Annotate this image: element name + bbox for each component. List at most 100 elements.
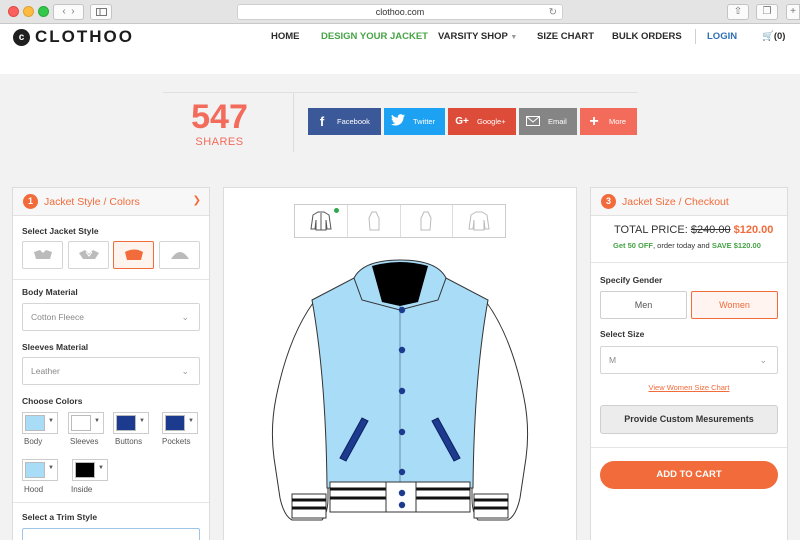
more-share-label: More <box>609 117 627 126</box>
dropdown-caret-icon: ▼ <box>510 34 518 41</box>
site-header: c CLOTHOO HOME DESIGN YOUR JACKET VARSIT… <box>0 24 800 48</box>
divider <box>591 447 787 448</box>
shares-label: SHARES <box>195 136 244 148</box>
color-fill-body <box>25 415 45 431</box>
nav-size-chart[interactable]: SIZE CHART <box>537 31 594 42</box>
chevron-down-icon[interactable]: ❯ <box>193 195 201 206</box>
gender-men-button[interactable]: Men <box>600 291 687 319</box>
nav-login[interactable]: LOGIN <box>707 31 737 42</box>
color-label-pockets: Pockets <box>162 437 191 446</box>
jacket-style-option-3[interactable] <box>113 241 154 269</box>
sidebar-toggle-button[interactable] <box>90 4 112 20</box>
panel-title: Jacket Size / Checkout <box>622 195 729 208</box>
right-cuff <box>473 493 509 519</box>
facebook-share-button[interactable]: f Facebook <box>308 108 381 135</box>
color-fill-pockets <box>165 415 185 431</box>
new-tab-button[interactable]: + <box>786 4 800 20</box>
tabs-overview-button[interactable]: ❐ <box>756 4 778 20</box>
email-share-button[interactable]: Email <box>519 108 577 135</box>
select-size-label: Select Size <box>600 329 645 339</box>
thumbnail-side-right[interactable] <box>401 205 454 237</box>
jacket-style-3-icon <box>124 249 143 260</box>
zoom-window-button[interactable] <box>38 6 49 17</box>
view-size-chart-link[interactable]: View Women Size Chart <box>600 383 778 392</box>
twitter-share-button[interactable]: Twitter <box>384 108 445 135</box>
custom-measurements-button[interactable]: Provide Custom Mesurements <box>600 405 778 434</box>
choose-colors-label: Choose Colors <box>22 396 83 406</box>
thumbnail-side-left[interactable] <box>348 205 401 237</box>
body-material-select[interactable]: Cotton Fleece ⌄ <box>22 303 200 331</box>
checkout-panel-header: 3 Jacket Size / Checkout <box>591 188 787 216</box>
googleplus-share-label: Google+ <box>477 117 506 126</box>
browser-toolbar: ‹ › clothoo.com ↻ ⇧ ❐ + <box>0 0 800 24</box>
twitter-share-label: Twitter <box>413 117 436 126</box>
forward-icon[interactable]: › <box>71 6 74 17</box>
nav-varsity-shop[interactable]: VARSITY SHOP ▼ <box>438 31 517 42</box>
color-fill-buttons <box>116 415 136 431</box>
plus-icon: + <box>589 112 599 130</box>
thumbnail-front[interactable] <box>295 205 348 237</box>
select-jacket-style-label: Select Jacket Style <box>22 226 99 236</box>
chevron-down-icon: ⌄ <box>181 312 189 322</box>
reload-icon[interactable]: ↻ <box>549 5 557 20</box>
googleplus-share-button[interactable]: G+ Google+ <box>448 108 516 135</box>
body-material-value: Cotton Fleece <box>31 312 84 322</box>
logo-mark-icon: c <box>13 28 30 46</box>
nav-bulk-orders[interactable]: BULK ORDERS <box>612 31 682 42</box>
color-swatch-body[interactable]: ▼ <box>22 412 58 434</box>
share-icon: ⇧ <box>733 6 743 17</box>
facebook-share-label: Facebook <box>337 117 370 126</box>
promo-save: SAVE $120.00 <box>711 241 761 250</box>
color-swatch-hood[interactable]: ▼ <box>22 459 58 481</box>
total-price: TOTAL PRICE: $240.00 $120.00 <box>614 224 773 236</box>
gender-women-button[interactable]: Women <box>691 291 778 319</box>
logo[interactable]: c CLOTHOO <box>13 27 134 47</box>
jacket-preview-image <box>271 259 529 521</box>
size-select[interactable]: M ⌄ <box>600 346 778 374</box>
minimize-window-button[interactable] <box>23 6 34 17</box>
color-fill-sleeves <box>71 415 91 431</box>
nav-varsity-shop-label: VARSITY SHOP <box>438 31 508 42</box>
caret-down-icon: ▼ <box>139 418 145 424</box>
gender-label: Specify Gender <box>600 275 663 285</box>
color-swatch-sleeves[interactable]: ▼ <box>68 412 104 434</box>
back-icon[interactable]: ‹ <box>62 6 65 17</box>
chevron-down-icon: ⌄ <box>181 366 189 376</box>
jacket-side-icon <box>420 211 432 231</box>
panel-title: Jacket Style / Colors <box>44 195 140 208</box>
trim-style-select[interactable] <box>22 528 200 540</box>
close-window-button[interactable] <box>8 6 19 17</box>
promo-mid: , order today and <box>653 241 712 250</box>
color-swatch-pockets[interactable]: ▼ <box>162 412 198 434</box>
divider <box>591 262 787 263</box>
url-text: clothoo.com <box>375 7 425 17</box>
nav-cart[interactable]: 🛒(0) <box>762 31 785 42</box>
old-price: $240.00 <box>690 224 731 236</box>
color-swatch-inside[interactable]: ▼ <box>72 459 108 481</box>
jacket-style-option-2[interactable] <box>68 241 109 269</box>
jacket-side-icon <box>368 211 380 231</box>
nav-design-your-jacket[interactable]: DESIGN YOUR JACKET <box>321 31 428 42</box>
sleeves-material-select[interactable]: Leather ⌄ <box>22 357 200 385</box>
promo-lead: Get 50 OFF <box>613 241 654 250</box>
back-forward-buttons[interactable]: ‹ › <box>53 4 84 20</box>
thumbnail-back[interactable] <box>453 205 505 237</box>
left-cuff <box>291 493 327 519</box>
url-bar[interactable]: clothoo.com ↻ <box>237 4 563 20</box>
body-material-label: Body Material <box>22 287 78 297</box>
jacket-style-option-4[interactable] <box>159 241 200 269</box>
promo-text: Get 50 OFF, order today and SAVE $120.00 <box>613 241 761 250</box>
sleeves-material-label: Sleeves Material <box>22 342 89 352</box>
color-swatch-buttons[interactable]: ▼ <box>113 412 149 434</box>
nav-home[interactable]: HOME <box>271 31 300 42</box>
googleplus-icon: G+ <box>455 116 469 127</box>
twitter-icon <box>388 114 408 129</box>
jacket-style-panel-header[interactable]: 1 Jacket Style / Colors ❯ <box>13 188 209 216</box>
add-to-cart-button[interactable]: ADD TO CART <box>600 461 778 489</box>
more-share-button[interactable]: + More <box>580 108 637 135</box>
chevron-down-icon: ⌄ <box>759 355 767 365</box>
jacket-style-option-1[interactable] <box>22 241 63 269</box>
envelope-icon <box>523 114 543 129</box>
share-browser-button[interactable]: ⇧ <box>727 4 749 20</box>
sleeves-material-value: Leather <box>31 366 60 376</box>
